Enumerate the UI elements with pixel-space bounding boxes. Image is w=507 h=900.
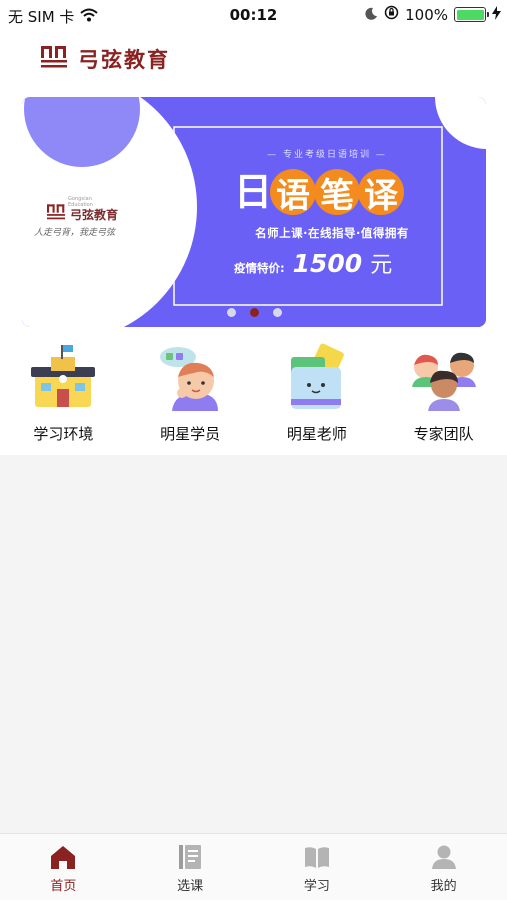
battery-icon — [454, 7, 489, 22]
banner-title-char: 笔 — [314, 169, 361, 216]
status-bar: 无 SIM 卡 00:12 100% — [0, 0, 507, 30]
carousel-dot-active[interactable] — [249, 308, 259, 317]
school-building-icon — [31, 345, 96, 407]
quick-nav-star-students[interactable]: 明星学员 — [127, 343, 254, 448]
price-unit: 元 — [370, 253, 393, 278]
tab-courses[interactable]: 选课 — [127, 834, 254, 900]
price-label: 疫情特价: — [234, 261, 285, 275]
battery-percent: 100% — [405, 5, 448, 24]
banner-slogan: 人走弓背，我走弓弦 — [34, 228, 116, 238]
banner-logo-icon — [46, 203, 66, 225]
rotation-lock-icon — [384, 5, 399, 24]
brand-logo-icon — [40, 44, 68, 74]
teacher-book-icon — [290, 343, 344, 409]
banner-price: 疫情特价: 1500 元 — [234, 247, 392, 279]
banner-subtitle: — 专业考级日语培训 — — [267, 150, 387, 160]
tab-label: 学习 — [303, 879, 330, 894]
quick-nav-label: 明星学员 — [160, 425, 221, 443]
team-group-icon — [411, 352, 476, 411]
tab-label: 选课 — [177, 879, 204, 894]
banner-title: 日 语 笔 译 — [234, 167, 405, 217]
quick-nav: 学习环境 明星学员 明星老师 专家团队 — [0, 343, 507, 448]
carousel-dot[interactable] — [226, 308, 236, 317]
quick-nav-label: 明星老师 — [286, 425, 347, 443]
banner-title-char: 译 — [358, 169, 405, 216]
tab-study[interactable]: 学习 — [254, 834, 381, 900]
banner-logo: Gongxian Education 弓弦教育 — [46, 196, 119, 225]
open-book-icon — [304, 847, 329, 868]
promo-banner[interactable]: Gongxian Education 弓弦教育 人走弓背，我走弓弦 — 专业考级… — [22, 97, 486, 327]
app-header: 弓弦教育 — [40, 44, 170, 74]
quick-nav-expert-team[interactable]: 专家团队 — [380, 343, 507, 448]
user-icon — [431, 845, 456, 869]
banner-features: 名师上课·在线指导·值得拥有 — [255, 226, 409, 240]
tab-profile[interactable]: 我的 — [380, 834, 507, 900]
banner-logo-subtitle: Gongxian Education — [68, 196, 93, 208]
price-value: 1500 — [292, 249, 363, 278]
bottom-tab-bar: 首页 选课 学习 我的 — [0, 833, 507, 900]
brand-name: 弓弦教育 — [78, 48, 170, 72]
banner-title-char: 语 — [270, 169, 317, 216]
carousel-dot[interactable] — [272, 308, 282, 317]
charging-icon — [492, 5, 501, 24]
status-right: 100% — [365, 5, 501, 24]
tab-label: 首页 — [50, 879, 77, 894]
banner-logo-text: 弓弦教育 — [70, 207, 119, 222]
quick-nav-label: 学习环境 — [33, 425, 94, 443]
carousel-indicator — [22, 308, 486, 317]
home-icon — [51, 846, 76, 869]
quick-nav-label: 专家团队 — [413, 425, 474, 443]
moon-icon — [365, 6, 378, 24]
banner-title-char: 日 — [234, 170, 273, 214]
tab-home[interactable]: 首页 — [0, 834, 127, 900]
quick-nav-star-teachers[interactable]: 明星老师 — [254, 343, 381, 448]
tab-label: 我的 — [430, 879, 457, 894]
quick-nav-learning-environment[interactable]: 学习环境 — [0, 343, 127, 448]
course-list-icon — [179, 845, 202, 869]
student-avatar-icon — [160, 347, 219, 411]
